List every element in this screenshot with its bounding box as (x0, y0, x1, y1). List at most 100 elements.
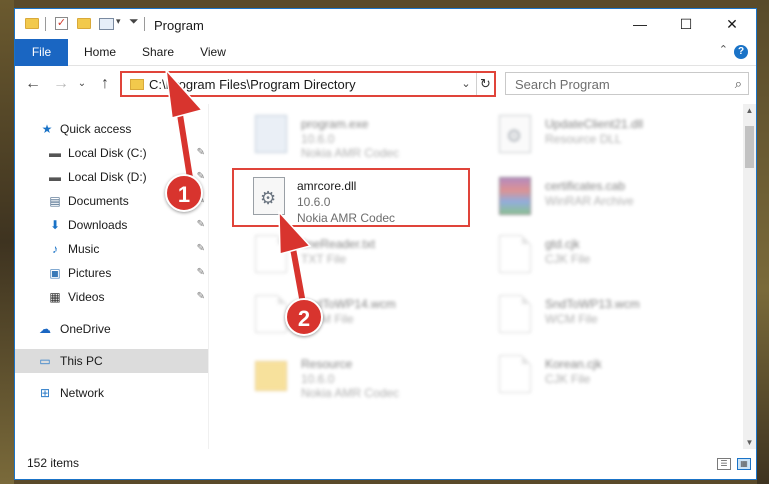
address-path[interactable]: C:\Program Files\Program Directory (149, 77, 356, 92)
search-icon[interactable]: ⌕ (735, 76, 742, 92)
chevron-down-icon[interactable]: ▾ (116, 16, 121, 27)
amrcore-highlight-box (232, 168, 470, 227)
address-bar[interactable]: C:\Program Files\Program Directory ⌄ ↻ (120, 71, 496, 97)
sidebar-item-this-pc[interactable]: ▭ This PC (15, 349, 208, 373)
up-button[interactable]: ↑ (95, 74, 115, 94)
collapse-ribbon-icon[interactable]: ⌃ (719, 43, 728, 56)
new-folder-icon[interactable] (77, 18, 91, 29)
scroll-down-icon[interactable]: ▼ (743, 438, 756, 447)
maximize-button[interactable]: ☐ (663, 9, 709, 39)
file-description: Nokia AMR Codec (301, 146, 400, 160)
toolbar-divider (45, 17, 46, 31)
desktop-background-right (757, 0, 769, 484)
local-disk-icon: ▬ (49, 146, 61, 160)
file-item[interactable]: SndToWP14.wcm WCM File (235, 289, 480, 339)
file-item[interactable]: fineReader.txt TXT File (235, 229, 480, 279)
file-type: CJK File (545, 252, 591, 266)
search-input[interactable]: Search Program ⌕ (505, 72, 749, 95)
file-item[interactable]: SndToWP13.wcm WCM File (479, 289, 724, 339)
document-icon (255, 295, 287, 333)
exe-icon (255, 115, 287, 153)
file-item[interactable]: ⚙ UpdateClient21.dll Resource DLL (479, 109, 724, 159)
customize-toolbar-icon[interactable]: ⏷ (129, 14, 139, 29)
file-name: Resource (301, 357, 353, 371)
tab-file[interactable]: File (15, 39, 68, 66)
sidebar-item-pictures[interactable]: ▣ Pictures ✎ (15, 261, 208, 285)
pin-icon[interactable]: ✎ (197, 267, 205, 278)
file-name: program.exe (301, 117, 369, 131)
back-button[interactable]: ← (23, 74, 43, 94)
minimize-button[interactable]: — (617, 9, 663, 39)
file-version: 10.6.0 (301, 132, 335, 146)
sidebar-item-label: Quick access (60, 122, 132, 136)
file-type: TXT File (301, 252, 347, 266)
ribbon-tabs: File Home Share View ⌃ ? (15, 39, 756, 66)
file-version: 10.6.0 (301, 372, 335, 386)
folder-icon (130, 79, 144, 90)
document-icon (255, 235, 287, 273)
sidebar-item-network[interactable]: ⊞ Network (15, 381, 208, 405)
onedrive-icon: ☁ (39, 322, 51, 336)
details-view-icon[interactable]: ☰ (717, 458, 731, 470)
forward-button[interactable]: → (51, 74, 71, 94)
tab-view[interactable]: View (190, 39, 236, 66)
tab-home[interactable]: Home (75, 39, 125, 66)
sidebar-item-local-disk-c[interactable]: ▬ Local Disk (C:) ✎ (15, 141, 208, 165)
pin-icon[interactable]: ✎ (197, 243, 205, 254)
sidebar-item-label: Local Disk (D:) (68, 170, 147, 184)
local-disk-icon: ▬ (49, 170, 61, 184)
callout-step-1: 1 (165, 174, 203, 212)
refresh-icon[interactable]: ↻ (476, 73, 494, 95)
document-icon (499, 235, 531, 273)
file-item[interactable]: program.exe 10.6.0 Nokia AMR Codec (235, 109, 480, 160)
pin-icon[interactable]: ✎ (197, 219, 205, 230)
file-name: UpdateClient21.dll (545, 117, 644, 131)
sidebar-item-label: Pictures (68, 266, 112, 280)
search-placeholder: Search Program (515, 77, 610, 92)
properties-check-icon[interactable]: ✓ (55, 17, 68, 30)
help-icon[interactable]: ? (734, 45, 748, 59)
sidebar-item-onedrive[interactable]: ☁ OneDrive (15, 317, 208, 341)
navigation-pane: ★ Quick access ▬ Local Disk (C:) ✎ ▬ Loc… (15, 104, 208, 449)
close-button[interactable]: ✕ (709, 9, 755, 39)
scroll-thumb[interactable] (745, 126, 754, 168)
document-icon (499, 355, 531, 393)
title-bar: ✓ ▾ ⏷ Program — ☐ ✕ (15, 9, 756, 39)
documents-icon: ▤ (49, 194, 61, 208)
toolbar-divider (144, 17, 145, 31)
file-item[interactable]: gtd.cjk CJK File (479, 229, 724, 279)
sidebar-item-music[interactable]: ♪ Music ✎ (15, 237, 208, 261)
file-type: Resource DLL (545, 132, 622, 146)
sidebar-item-downloads[interactable]: ⬇ Downloads ✎ (15, 213, 208, 237)
sidebar-item-label: Videos (68, 290, 105, 304)
file-item[interactable]: Korean.cjk CJK File (479, 349, 724, 399)
view-props-icon[interactable] (99, 18, 114, 30)
scroll-up-icon[interactable]: ▲ (743, 106, 756, 115)
pictures-icon: ▣ (49, 266, 61, 280)
pin-icon[interactable]: ✎ (197, 291, 205, 302)
sidebar-item-label: Documents (68, 194, 129, 208)
sidebar-item-videos[interactable]: ▦ Videos ✎ (15, 285, 208, 309)
sidebar-item-label: Network (60, 386, 105, 400)
sidebar-item-quick-access[interactable]: ★ Quick access (15, 117, 208, 141)
folder-icon (255, 361, 287, 391)
pin-icon[interactable]: ✎ (197, 147, 205, 158)
winrar-icon (499, 177, 531, 215)
sidebar-item-label: Music (68, 242, 100, 256)
file-name: gtd.cjk (545, 237, 580, 251)
file-description: Nokia AMR Codec (301, 386, 400, 400)
sidebar-divider (208, 104, 209, 449)
file-item[interactable]: certificates.cab WinRAR Archive (479, 171, 724, 221)
file-item[interactable]: Resource 10.6.0 Nokia AMR Codec (235, 349, 480, 400)
downloads-icon: ⬇ (49, 218, 61, 232)
window-title: Program (154, 18, 204, 33)
recent-locations-button[interactable]: ⌄ (75, 74, 89, 94)
address-dropdown-icon[interactable]: ⌄ (458, 75, 474, 93)
explorer-window: ✓ ▾ ⏷ Program — ☐ ✕ File Home Share View… (14, 8, 757, 480)
file-type: WinRAR Archive (545, 194, 634, 208)
tab-share[interactable]: Share (133, 39, 183, 66)
vertical-scrollbar[interactable]: ▲ ▼ (743, 104, 756, 449)
star-icon: ★ (41, 122, 53, 136)
file-name: Korean.cjk (545, 357, 602, 371)
large-icons-view-icon[interactable]: ▦ (737, 458, 751, 470)
